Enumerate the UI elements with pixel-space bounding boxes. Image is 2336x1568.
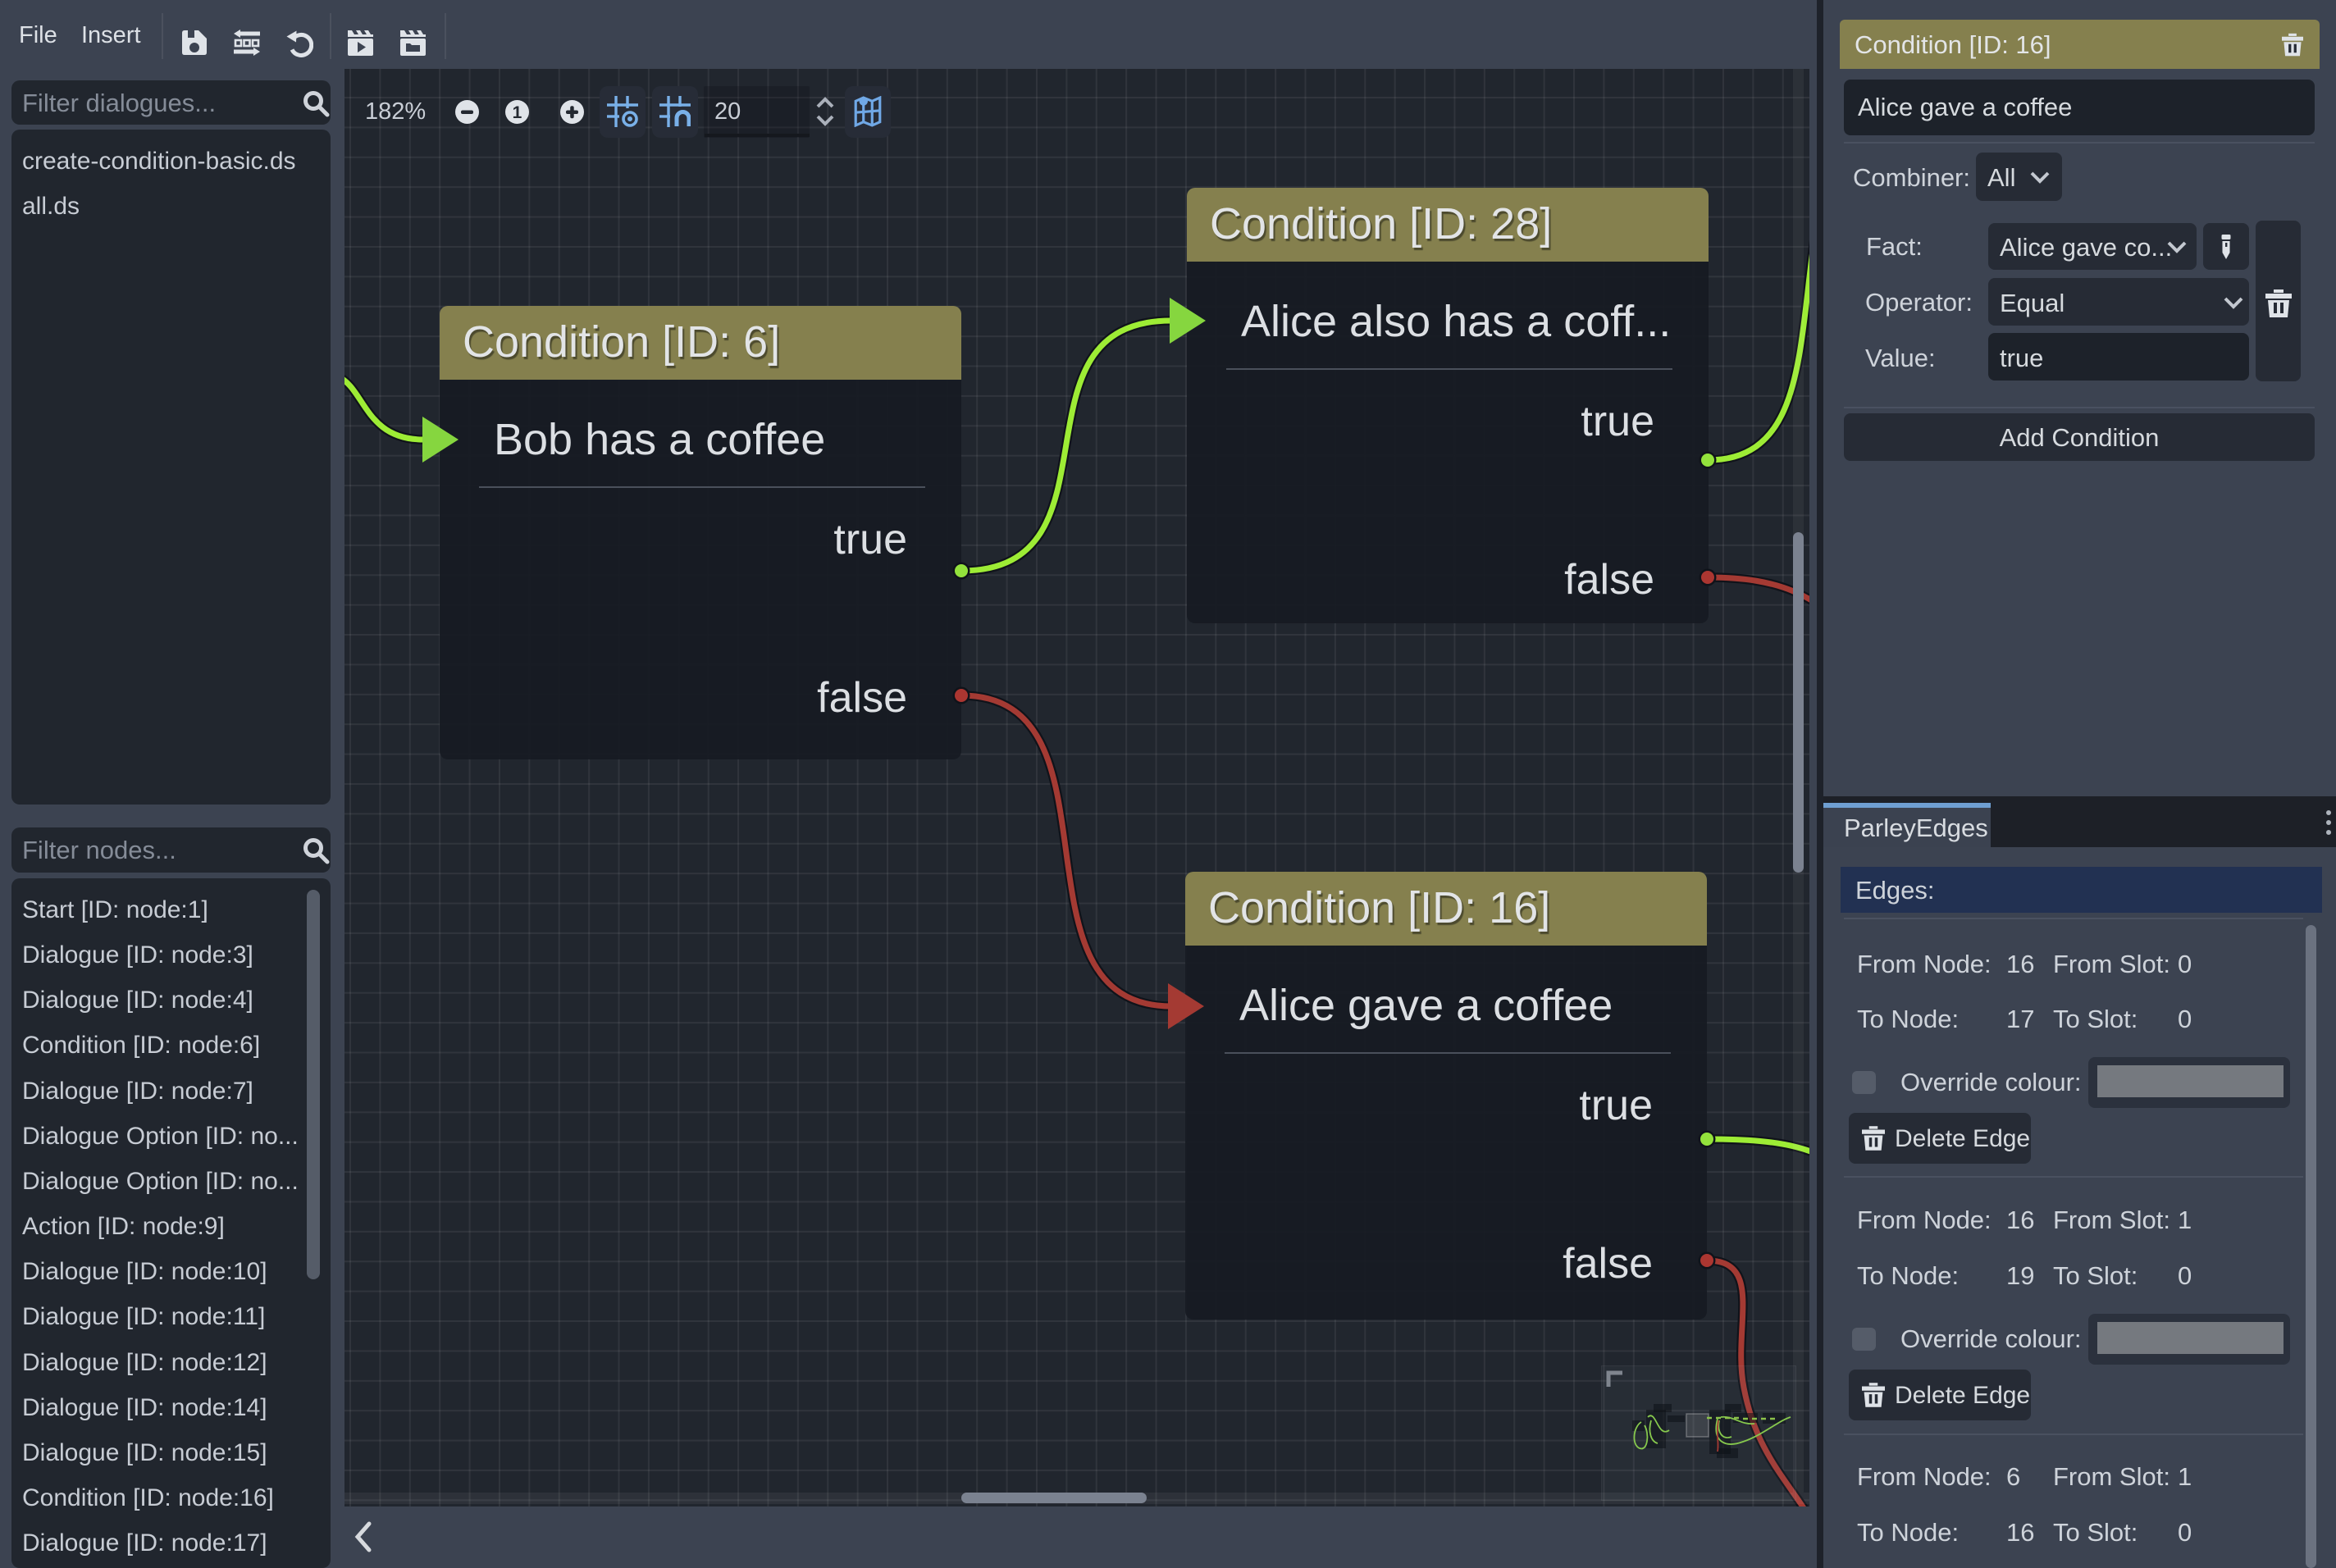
svg-text:1: 1: [513, 103, 522, 122]
